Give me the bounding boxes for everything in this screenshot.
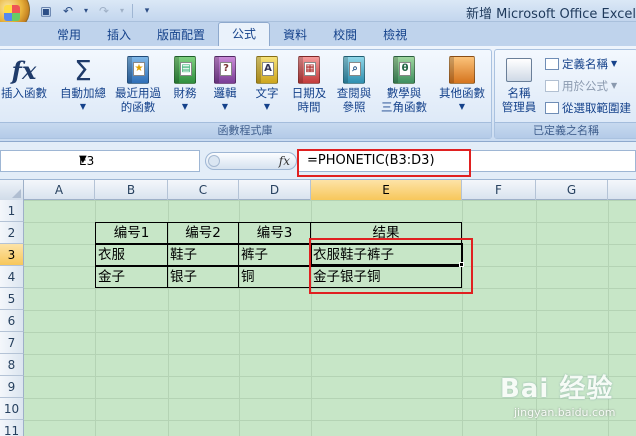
- tab-formulas[interactable]: 公式: [218, 22, 271, 46]
- result-highlight-box: [309, 238, 473, 294]
- date-time-book-icon: ▦: [298, 56, 320, 84]
- create-from-selection-button[interactable]: 從選取範圍建: [545, 100, 631, 116]
- row-header-7[interactable]: 7: [0, 332, 24, 354]
- tab-data[interactable]: 資料: [270, 24, 320, 46]
- dropdown-arrow-icon: ▼: [611, 81, 618, 90]
- title-bar: ▣ ↶ ▾ ↷ ▾ ▾ 新增 Microsoft Office Excel: [0, 0, 636, 32]
- more-functions-book-icon: [449, 56, 475, 84]
- cell-b4[interactable]: 金子: [95, 266, 168, 288]
- watermark: Bai 经验 jingyan.baidu.com: [500, 368, 630, 432]
- cell-b2[interactable]: 编号1: [95, 222, 168, 244]
- row-header-9[interactable]: 9: [0, 376, 24, 398]
- name-box-dropdown-icon[interactable]: ▼: [79, 154, 196, 165]
- name-manager-button[interactable]: 名稱 管理員: [499, 54, 539, 114]
- define-name-icon: [545, 58, 559, 70]
- tab-page-layout[interactable]: 版面配置: [144, 24, 218, 46]
- math-book-icon: θ: [393, 56, 415, 84]
- function-library-label: 函數程式庫: [0, 122, 491, 138]
- more-functions-button[interactable]: 其他函數 ▼: [435, 54, 489, 114]
- text-book-icon: A: [256, 56, 278, 84]
- office-logo-icon: [4, 5, 20, 21]
- logical-book-icon: ?: [214, 56, 236, 84]
- row-header-11[interactable]: 11: [0, 420, 24, 436]
- formula-controls: fx: [205, 152, 297, 170]
- qat-separator: [132, 4, 133, 18]
- defined-names-group: 名稱 管理員 定義名稱 ▼ 用於公式 ▼ 從選取範圍建 已定義之名稱: [494, 49, 636, 139]
- cell-d3[interactable]: 裤子: [238, 244, 311, 266]
- financial-button[interactable]: ▤ 財務 ▼: [167, 54, 203, 114]
- date-time-button[interactable]: ▦ 日期及 時間: [289, 54, 329, 114]
- dropdown-arrow-icon: ▼: [221, 102, 229, 111]
- lookup-reference-button[interactable]: ⌕ 查閱與 參照: [333, 54, 375, 114]
- insert-function-button[interactable]: fx 插入函數: [0, 54, 49, 101]
- column-header-d[interactable]: D: [239, 180, 311, 200]
- ribbon-tabs: 常用 插入 版面配置 公式 資料 校閱 檢視: [0, 22, 636, 46]
- dropdown-arrow-icon: ▼: [79, 102, 87, 111]
- sigma-icon: Σ: [74, 53, 92, 87]
- column-header-f[interactable]: F: [462, 180, 536, 200]
- tab-home[interactable]: 常用: [44, 24, 94, 46]
- tab-review[interactable]: 校閱: [320, 24, 370, 46]
- dropdown-arrow-icon: ▼: [263, 102, 271, 111]
- function-library-group: fx 插入函數 Σ 自動加總 ▼ ★ 最近用過 的函數 ▤ 財務 ▼ ? 邏輯 …: [0, 49, 492, 139]
- row-header-2[interactable]: 2: [0, 222, 24, 244]
- cell-c2[interactable]: 编号2: [167, 222, 239, 244]
- redo-icon[interactable]: ↷: [96, 3, 112, 19]
- quick-access-toolbar: ▣ ↶ ▾ ↷ ▾ ▾: [38, 3, 155, 19]
- autosum-button[interactable]: Σ 自動加總 ▼: [57, 54, 109, 114]
- text-button[interactable]: A 文字 ▼: [249, 54, 285, 114]
- row-header-3[interactable]: 3: [0, 244, 24, 266]
- dropdown-arrow-icon: ▼: [458, 102, 466, 111]
- row-header-8[interactable]: 8: [0, 354, 24, 376]
- column-header-g[interactable]: G: [536, 180, 608, 200]
- star-book-icon: ★: [127, 56, 149, 84]
- customize-qat-icon[interactable]: ▾: [139, 3, 155, 19]
- define-name-button[interactable]: 定義名稱 ▼: [545, 56, 617, 72]
- cell-c3[interactable]: 鞋子: [167, 244, 239, 266]
- financial-book-icon: ▤: [174, 56, 196, 84]
- math-trig-button[interactable]: θ 數學與 三角函數: [377, 54, 431, 114]
- select-all-button[interactable]: [0, 180, 24, 200]
- undo-dropdown-icon[interactable]: ▾: [82, 3, 90, 19]
- formula-highlight-box: [297, 149, 471, 177]
- tab-insert[interactable]: 插入: [94, 24, 144, 46]
- tab-view[interactable]: 檢視: [370, 24, 420, 46]
- grid-line: [462, 200, 463, 436]
- save-icon[interactable]: ▣: [38, 3, 54, 19]
- column-header-b[interactable]: B: [95, 180, 168, 200]
- dropdown-arrow-icon: ▼: [181, 102, 189, 111]
- cell-b3[interactable]: 衣服: [95, 244, 168, 266]
- defined-names-label: 已定義之名稱: [495, 122, 636, 138]
- redo-dropdown-icon[interactable]: ▾: [118, 3, 126, 19]
- column-header-c[interactable]: C: [168, 180, 239, 200]
- column-headers: A B C D E F G: [0, 180, 636, 200]
- use-in-formula-icon: [545, 80, 559, 92]
- cell-d2[interactable]: 编号3: [238, 222, 311, 244]
- insert-function-icon[interactable]: fx: [279, 154, 290, 168]
- cell-c4[interactable]: 银子: [167, 266, 239, 288]
- dropdown-arrow-icon: ▼: [611, 59, 618, 68]
- fx-icon: fx: [11, 55, 37, 85]
- row-header-1[interactable]: 1: [0, 200, 24, 222]
- recently-used-button[interactable]: ★ 最近用過 的函數: [111, 54, 165, 114]
- expand-knob-icon[interactable]: [208, 155, 220, 167]
- create-from-selection-icon: [545, 102, 559, 114]
- undo-icon[interactable]: ↶: [60, 3, 76, 19]
- window-title: 新增 Microsoft Office Excel: [466, 7, 636, 22]
- row-header-4[interactable]: 4: [0, 266, 24, 288]
- cell-d4[interactable]: 铜: [238, 266, 311, 288]
- row-header-5[interactable]: 5: [0, 288, 24, 310]
- use-in-formula-button[interactable]: 用於公式 ▼: [545, 78, 617, 94]
- ribbon: fx 插入函數 Σ 自動加總 ▼ ★ 最近用過 的函數 ▤ 財務 ▼ ? 邏輯 …: [0, 46, 636, 142]
- watermark-site: jingyan.baidu.com: [514, 406, 616, 419]
- logical-button[interactable]: ? 邏輯 ▼: [207, 54, 243, 114]
- column-header-a[interactable]: A: [24, 180, 95, 200]
- name-box[interactable]: E3 ▼: [0, 150, 200, 172]
- row-header-6[interactable]: 6: [0, 310, 24, 332]
- name-manager-icon: [506, 58, 532, 82]
- column-header-e[interactable]: E: [311, 180, 462, 200]
- lookup-book-icon: ⌕: [343, 56, 365, 84]
- baidu-jingyan-logo: Bai 经验: [500, 374, 614, 404]
- row-header-10[interactable]: 10: [0, 398, 24, 420]
